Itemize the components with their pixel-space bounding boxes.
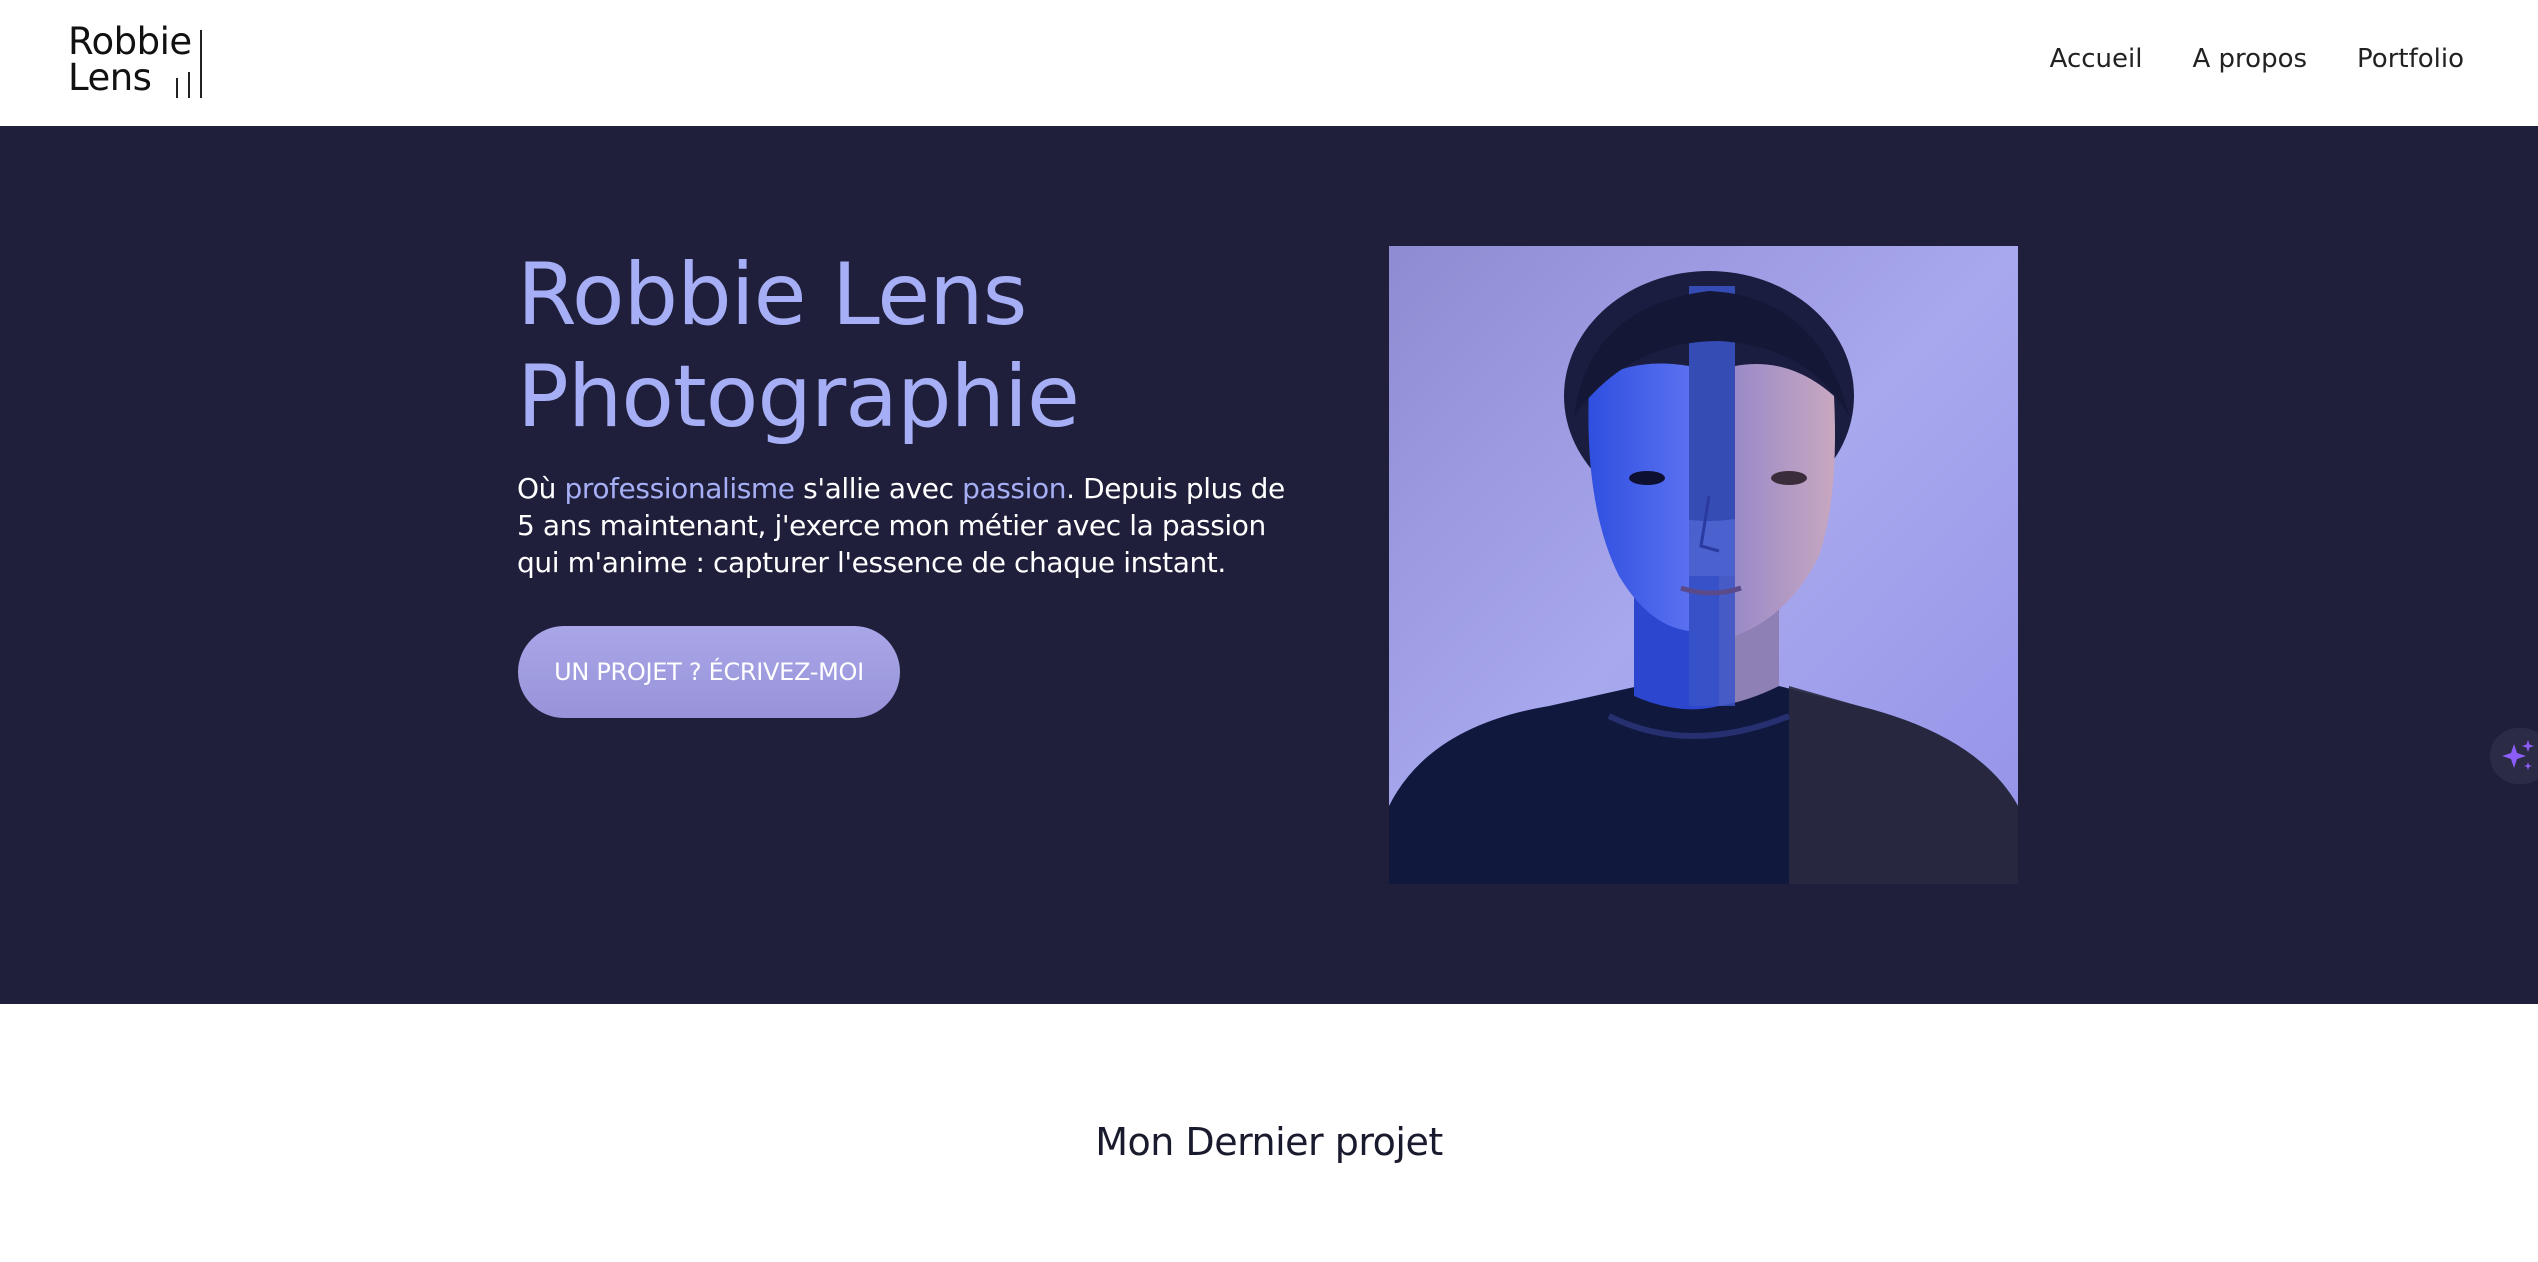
hero-text-accent-professionalisme: professionalisme (564, 472, 796, 505)
hero-description: Où professionalisme s'allie avec passion… (517, 470, 1297, 581)
hero-text-part-2: s'allie avec (794, 472, 963, 505)
logo[interactable]: Robbie Lens (68, 20, 208, 98)
hero-text-accent-passion: passion (962, 472, 1067, 505)
contact-cta-button[interactable]: UN PROJET ? ÉCRIVEZ-MOI (518, 626, 900, 718)
main-nav: Accueil A propos Portfolio (2050, 44, 2464, 74)
portrait-photo (1389, 246, 2018, 884)
logo-bars (166, 30, 206, 98)
sparkle-icon (2502, 740, 2534, 770)
hero-text-part-1: Où (517, 472, 565, 505)
nav-item-portfolio[interactable]: Portfolio (2357, 44, 2464, 74)
section-title: Mon Dernier projet (1095, 1120, 1443, 1164)
nav-item-a-propos[interactable]: A propos (2192, 44, 2307, 74)
hero-title-line-2: Photographie (517, 347, 1080, 447)
nav-item-accueil[interactable]: Accueil (2050, 44, 2143, 74)
assistant-button[interactable] (2490, 728, 2538, 784)
hero-title-line-1: Robbie Lens (517, 245, 1027, 345)
site-header: Robbie Lens Accueil A propos Portfolio (0, 0, 2538, 126)
logo-line-1: Robbie (68, 20, 192, 63)
hero-section: Robbie Lens Photographie Où professional… (0, 126, 2538, 1004)
hero-title: Robbie Lens Photographie (517, 244, 1080, 448)
